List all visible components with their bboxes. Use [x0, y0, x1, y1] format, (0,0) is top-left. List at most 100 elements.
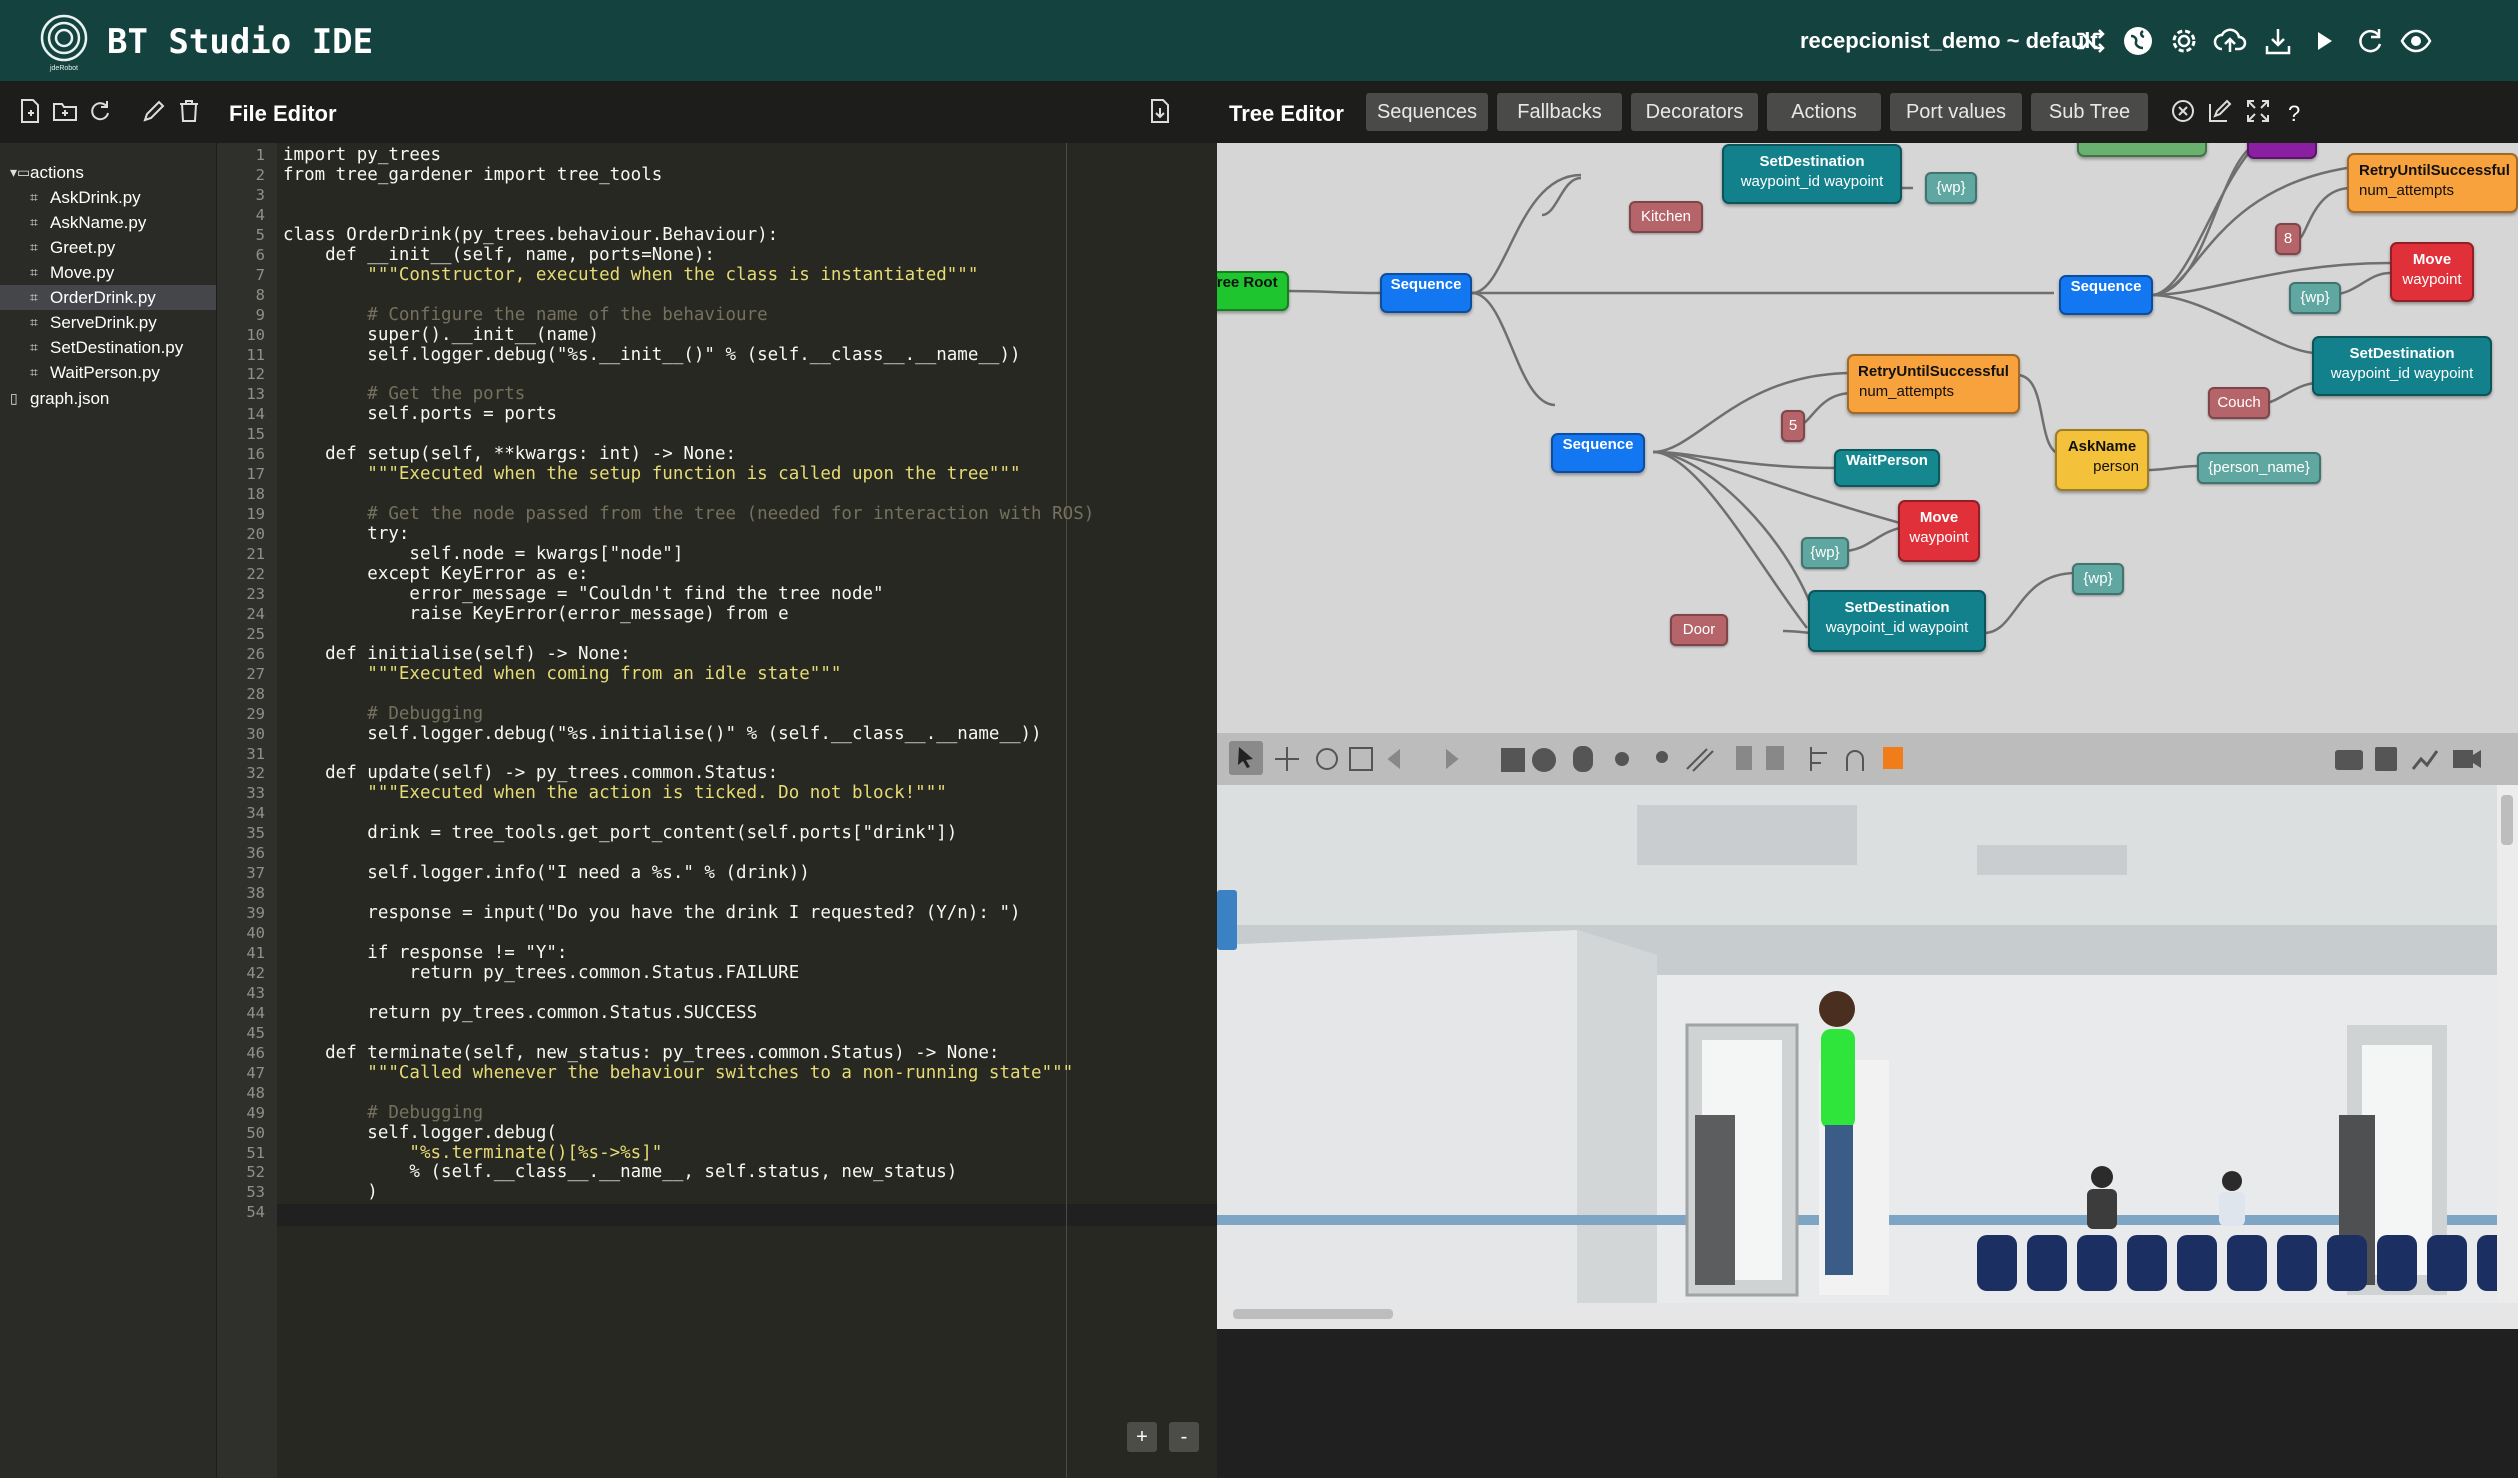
- code-line[interactable]: def update(self) -> py_trees.common.Stat…: [283, 763, 778, 783]
- askname-node[interactable]: AskName person: [2055, 429, 2149, 491]
- door-value[interactable]: Door: [1670, 614, 1728, 646]
- code-line[interactable]: """Executed when the setup function is c…: [283, 464, 1020, 484]
- tree-item-greet[interactable]: ⌗ Greet.py: [30, 235, 216, 260]
- kitchen-value[interactable]: Kitchen: [1629, 201, 1703, 233]
- code-line[interactable]: """Executed when the action is ticked. D…: [283, 783, 946, 803]
- code-line[interactable]: self.logger.debug("%s.initialise()" % (s…: [283, 724, 1041, 744]
- port-values-button[interactable]: Port values: [1890, 93, 2022, 131]
- wp-value-right[interactable]: {wp}: [2289, 282, 2341, 314]
- help-icon[interactable]: ?: [2288, 101, 2300, 127]
- wp-value-lower[interactable]: {wp}: [1801, 537, 1849, 569]
- code-line[interactable]: # Debugging: [283, 1103, 483, 1123]
- edit-node-icon[interactable]: [2206, 97, 2234, 125]
- sequence-node-left[interactable]: Sequence: [1380, 273, 1472, 313]
- download-icon[interactable]: [2261, 24, 2295, 58]
- eight-value[interactable]: 8: [2275, 223, 2301, 255]
- settings-gear-icon[interactable]: [2167, 24, 2201, 58]
- tree-item-setdestination[interactable]: ⌗ SetDestination.py: [30, 335, 216, 360]
- tree-folder-actions[interactable]: ▾▭ actions: [10, 160, 226, 185]
- code-line[interactable]: class OrderDrink(py_trees.behaviour.Beha…: [283, 225, 778, 245]
- code-line[interactable]: # Configure the name of the behavioure: [283, 305, 767, 325]
- decorators-button[interactable]: Decorators: [1631, 93, 1758, 131]
- play-icon[interactable]: [2307, 24, 2341, 58]
- code-line[interactable]: # Debugging: [283, 704, 483, 724]
- project-name[interactable]: recepcionist_demo ~ default: [1800, 28, 2098, 54]
- delete-trash-icon[interactable]: [175, 97, 203, 125]
- eye-icon[interactable]: [2399, 24, 2433, 58]
- tree-item-servedrink[interactable]: ⌗ ServeDrink.py: [30, 310, 216, 335]
- code-line[interactable]: drink = tree_tools.get_port_content(self…: [283, 823, 957, 843]
- shuffle-icon[interactable]: [2073, 24, 2107, 58]
- code-line[interactable]: super().__init__(name): [283, 325, 599, 345]
- couch-value[interactable]: Couch: [2208, 387, 2270, 419]
- code-line[interactable]: return py_trees.common.Status.FAILURE: [283, 963, 799, 983]
- sequence-node-right[interactable]: Sequence: [2059, 275, 2153, 315]
- fallbacks-button[interactable]: Fallbacks: [1497, 93, 1622, 131]
- rename-pencil-icon[interactable]: [140, 97, 168, 125]
- delete-node-icon[interactable]: [2169, 97, 2197, 125]
- code-line[interactable]: """Constructor, executed when the class …: [283, 265, 978, 285]
- tree-item-graph-json[interactable]: ▯ graph.json: [10, 386, 216, 411]
- wp-value-bottom[interactable]: {wp}: [2072, 563, 2124, 595]
- person-name-value[interactable]: {person_name}: [2197, 452, 2321, 484]
- code-line[interactable]: response = input("Do you have the drink …: [283, 903, 1020, 923]
- new-folder-icon[interactable]: [51, 97, 79, 125]
- code-line[interactable]: # Get the ports: [283, 384, 525, 404]
- code-line[interactable]: if response != "Y":: [283, 943, 567, 963]
- wp-value-top[interactable]: {wp}: [1925, 172, 1977, 204]
- code-line[interactable]: return py_trees.common.Status.SUCCESS: [283, 1003, 757, 1023]
- code-line[interactable]: self.node = kwargs["node"]: [283, 544, 683, 564]
- new-file-icon[interactable]: [16, 97, 44, 125]
- tree-item-askdrink[interactable]: ⌗ AskDrink.py: [30, 185, 216, 210]
- code-line[interactable]: self.logger.debug(: [283, 1123, 557, 1143]
- behavior-tree-canvas[interactable]: Tree Root Sequence SetDestination waypoin…: [1217, 143, 2518, 733]
- move-node-lower[interactable]: Move waypoint: [1898, 500, 1980, 562]
- universe-icon[interactable]: [2121, 24, 2155, 58]
- code-line[interactable]: def setup(self, **kwargs: int) -> None:: [283, 444, 736, 464]
- code-line[interactable]: def terminate(self, new_status: py_trees…: [283, 1043, 999, 1063]
- setdestination-node-bottom[interactable]: SetDestination waypoint_id waypoint: [1808, 590, 1986, 652]
- code-line[interactable]: except KeyError as e:: [283, 564, 588, 584]
- code-editor[interactable]: 1 2 3 4 5 6 7 8 9 10 11 12 13 14 15 16 17 18 19 20 21 22 23 24 2…: [217, 143, 1217, 1478]
- code-line[interactable]: """Executed when coming from an idle sta…: [283, 664, 841, 684]
- code-line[interactable]: try:: [283, 524, 409, 544]
- code-line[interactable]: raise KeyError(error_message) from e: [283, 604, 788, 624]
- sub-tree-button[interactable]: Sub Tree: [2031, 93, 2148, 131]
- code-line[interactable]: # Get the node passed from the tree (nee…: [283, 504, 1094, 524]
- five-value[interactable]: 5: [1781, 410, 1805, 442]
- sequence-node-lower[interactable]: Sequence: [1551, 433, 1645, 473]
- code-line[interactable]: """Called whenever the behaviour switche…: [283, 1063, 1073, 1083]
- zoom-out-button[interactable]: -: [1169, 1422, 1199, 1452]
- tree-item-waitperson[interactable]: ⌗ WaitPerson.py: [30, 360, 216, 385]
- move-node-right[interactable]: Move waypoint: [2390, 242, 2474, 302]
- setdestination-node-top[interactable]: SetDestination waypoint_id waypoint: [1722, 144, 1902, 204]
- reset-icon[interactable]: [2353, 24, 2387, 58]
- code-line[interactable]: from tree_gardener import tree_tools: [283, 165, 662, 185]
- zoom-to-fit-icon[interactable]: [2244, 97, 2272, 125]
- refresh-icon[interactable]: [86, 97, 114, 125]
- cloud-upload-icon[interactable]: [2213, 24, 2247, 58]
- code-line[interactable]: error_message = "Couldn't find the tree …: [283, 584, 883, 604]
- waitperson-node[interactable]: WaitPerson: [1834, 449, 1940, 487]
- partial-node-top[interactable]: [2247, 143, 2317, 159]
- sequences-button[interactable]: Sequences: [1366, 93, 1488, 131]
- zoom-in-button[interactable]: +: [1127, 1422, 1157, 1452]
- tree-item-move[interactable]: ⌗ Move.py: [30, 260, 216, 285]
- tree-item-askname[interactable]: ⌗ AskName.py: [30, 210, 216, 235]
- code-line[interactable]: self.logger.info("I need a %s." % (drink…: [283, 863, 810, 883]
- actions-button[interactable]: Actions: [1767, 93, 1881, 131]
- tree-item-orderdrink[interactable]: ⌗ OrderDrink.py: [0, 285, 216, 310]
- code-line[interactable]: def __init__(self, name, ports=None):: [283, 245, 715, 265]
- retry-node-mid[interactable]: RetryUntilSuccessful num_attempts: [1847, 354, 2020, 414]
- code-line[interactable]: ): [283, 1182, 378, 1202]
- partial-node-top-left[interactable]: [2077, 143, 2207, 157]
- retry-node-top[interactable]: RetryUntilSuccessful num_attempts: [2347, 153, 2518, 213]
- save-file-icon[interactable]: [1146, 97, 1174, 125]
- code-line[interactable]: import py_trees: [283, 145, 441, 165]
- tree-root-node[interactable]: Tree Root: [1217, 271, 1289, 311]
- gazebo-simulator-view[interactable]: [1217, 733, 2518, 1329]
- code-line[interactable]: % (self.__class__.__name__, self.status,…: [283, 1162, 957, 1182]
- setdestination-node-right[interactable]: SetDestination waypoint_id waypoint: [2312, 336, 2492, 396]
- code-line[interactable]: self.ports = ports: [283, 404, 557, 424]
- code-line[interactable]: self.logger.debug("%s.__init__()" % (sel…: [283, 345, 1020, 365]
